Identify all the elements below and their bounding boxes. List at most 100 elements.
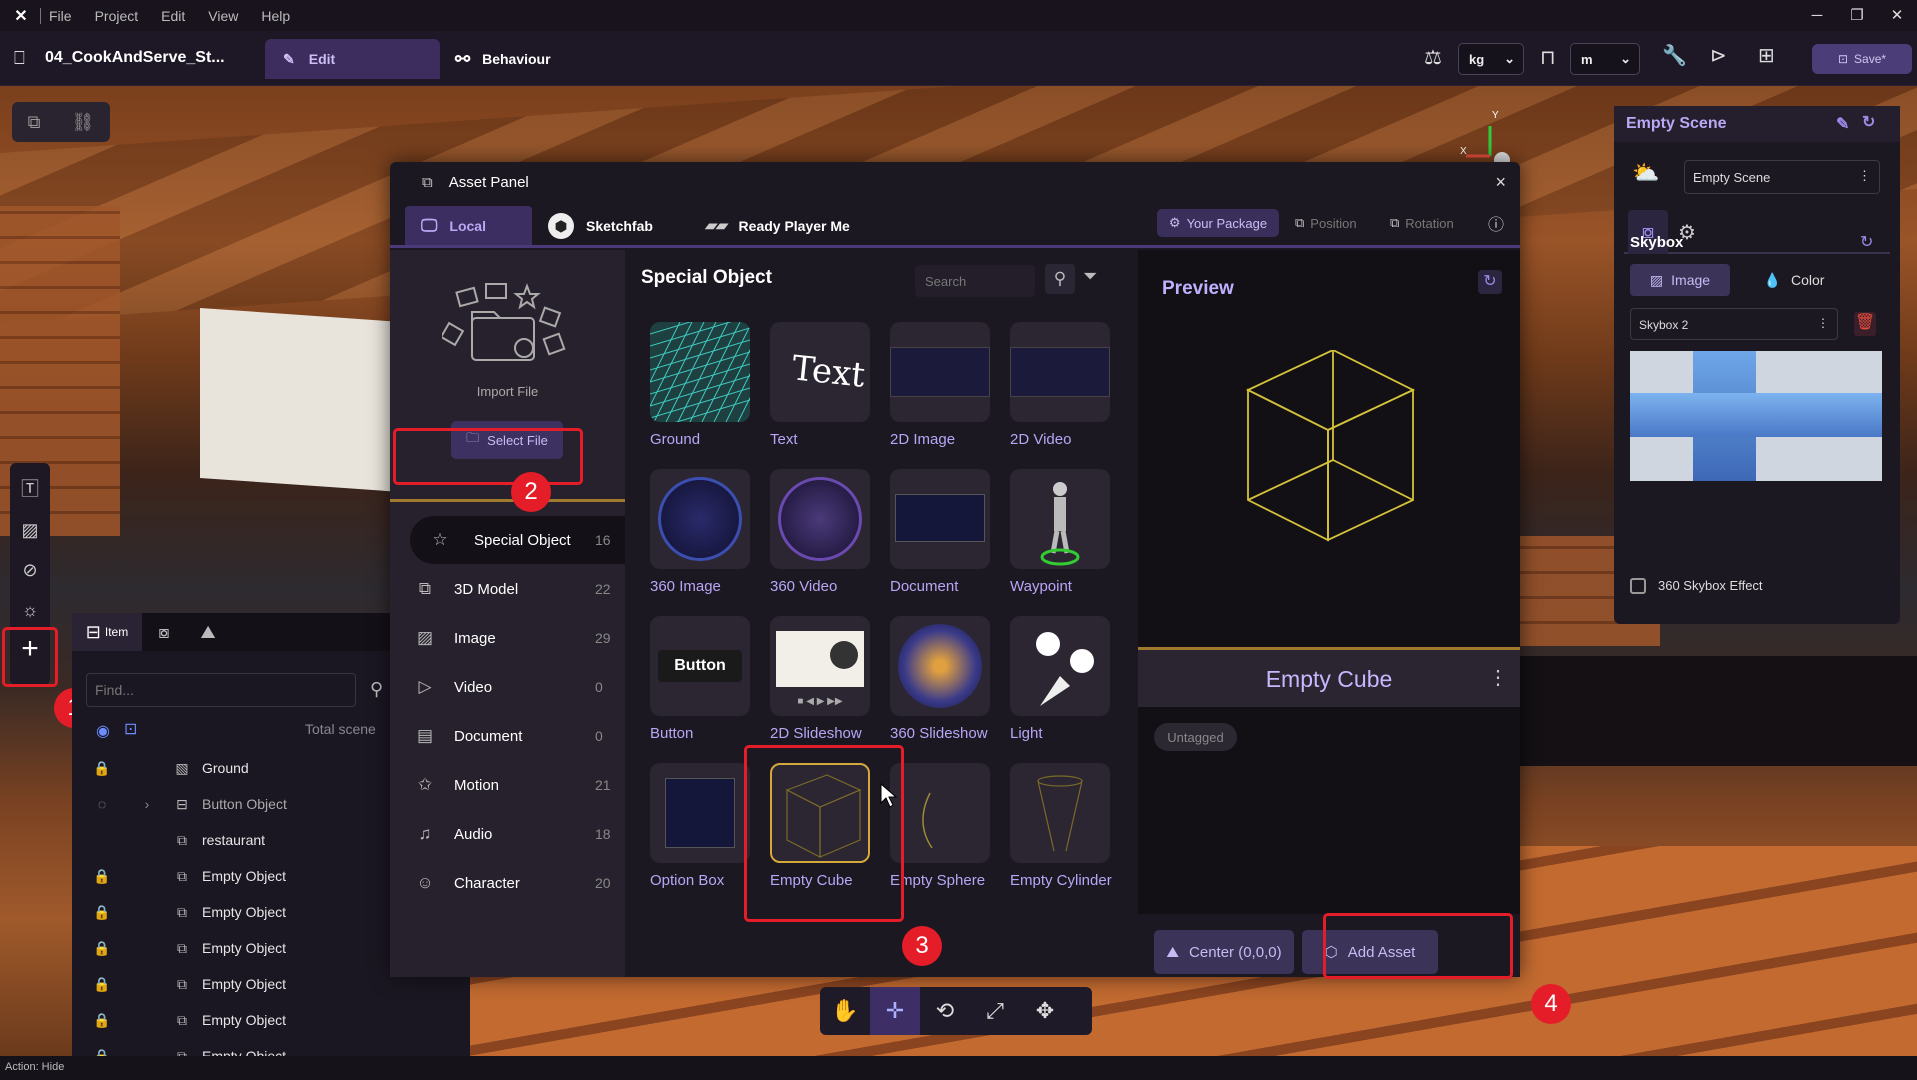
lock-icon[interactable]: 🔒 bbox=[72, 976, 132, 993]
asset-tile-2d-image[interactable]: 2D Image bbox=[890, 322, 990, 448]
restore-button[interactable]: ❐ bbox=[1837, 0, 1877, 31]
search-icon[interactable]: ⚲ bbox=[1045, 264, 1075, 294]
cube-wireframe-preview[interactable] bbox=[1228, 350, 1428, 550]
layers-icon[interactable]: ⧉ bbox=[28, 112, 41, 133]
skybox-select[interactable]: Skybox 2 ⋮ bbox=[1630, 308, 1838, 340]
asset-thumbnail bbox=[1010, 616, 1110, 716]
asset-tile-2d-slideshow[interactable]: ■ ◀ ▶ ▶▶ 2D Slideshow bbox=[770, 616, 870, 742]
reset-view-icon[interactable]: ↻ bbox=[1478, 270, 1502, 294]
asset-tile-document[interactable]: Document bbox=[890, 469, 990, 595]
light-tool-icon[interactable]: ☼ bbox=[22, 600, 39, 621]
delete-icon[interactable]: 🗑 bbox=[1854, 312, 1876, 336]
kebab-icon[interactable]: ⋮ bbox=[1858, 168, 1871, 184]
lock-icon[interactable]: 🔒 bbox=[72, 1012, 132, 1029]
edit-name-icon[interactable]: ✎ bbox=[1836, 114, 1849, 134]
image-tab[interactable]: ▨ Image bbox=[1630, 264, 1730, 296]
search-input[interactable]: Search bbox=[915, 265, 1035, 297]
minimize-button[interactable]: ─ bbox=[1797, 0, 1837, 31]
position-toggle[interactable]: ⧉ Position bbox=[1295, 209, 1357, 237]
length-unit-select[interactable]: m ⌄ bbox=[1570, 43, 1640, 75]
mass-unit-select[interactable]: kg ⌄ bbox=[1458, 43, 1524, 75]
lock-icon[interactable]: 🔒 bbox=[72, 904, 132, 921]
asset-tile-option-box[interactable]: Option Box bbox=[650, 763, 750, 889]
your-package-button[interactable]: ⚙ Your Package bbox=[1157, 209, 1279, 237]
category-special-object[interactable]: ☆ Special Object 16 bbox=[410, 516, 625, 564]
tab-edit[interactable]: ✎ Edit bbox=[265, 39, 440, 79]
category-video[interactable]: ▷ Video 0 bbox=[390, 663, 625, 711]
asset-tile-label: Empty Cylinder bbox=[1010, 872, 1112, 889]
lock-icon[interactable]: 🔒 bbox=[72, 940, 132, 957]
category-character[interactable]: ☺ Character 20 bbox=[390, 859, 625, 907]
tab-sketchfab[interactable]: ⬢ Sketchfab bbox=[548, 206, 653, 245]
play-icon[interactable]: ⊳ bbox=[1710, 43, 1727, 68]
center-button[interactable]: ⛰ Center (0,0,0) bbox=[1154, 930, 1294, 974]
move-tool-icon[interactable]: ✛ bbox=[870, 987, 920, 1035]
link-icon[interactable]: ⛓ bbox=[72, 112, 95, 133]
asset-tile-light[interactable]: Light bbox=[1010, 616, 1110, 742]
info-icon[interactable]: ⓘ bbox=[1488, 209, 1504, 237]
tab-local[interactable]: 🖵 Local bbox=[405, 206, 532, 245]
slash-tool-icon[interactable]: ⊘ bbox=[22, 560, 37, 581]
lock-all-icon[interactable]: ⊡ bbox=[124, 719, 137, 739]
category-3d-model[interactable]: ⧉ 3D Model 22 bbox=[390, 565, 625, 613]
asset-tile-2d-video[interactable]: 2D Video bbox=[1010, 322, 1110, 448]
skybox-effect-checkbox[interactable] bbox=[1630, 578, 1646, 594]
color-tab[interactable]: 💧 Color bbox=[1744, 264, 1844, 296]
asset-tile-button[interactable]: Button Button bbox=[650, 616, 750, 742]
asset-thumbnail bbox=[1010, 469, 1110, 569]
asset-tile-360-video[interactable]: 360 Video bbox=[770, 469, 870, 595]
asset-tile-waypoint[interactable]: Waypoint bbox=[1010, 469, 1110, 595]
asset-tile-ground[interactable]: Ground bbox=[650, 322, 750, 448]
export-icon[interactable]: ⊞ bbox=[1758, 43, 1775, 68]
scene-name-field[interactable]: Empty Scene ⋮ bbox=[1684, 160, 1880, 194]
lock-icon[interactable]: 🔒 bbox=[72, 868, 132, 885]
lock-icon[interactable]: 🔒 bbox=[72, 760, 132, 777]
asset-tile-empty-sphere[interactable]: Empty Sphere bbox=[890, 763, 990, 889]
menu-view[interactable]: View bbox=[208, 8, 238, 24]
category-motion[interactable]: ✩ Motion 21 bbox=[390, 761, 625, 809]
asset-tile-360-image[interactable]: 360 Image bbox=[650, 469, 750, 595]
tab-behaviour[interactable]: ⚯ Behaviour bbox=[455, 39, 551, 79]
transform-tool-icon[interactable]: ✥ bbox=[1020, 987, 1070, 1035]
category-image[interactable]: ▨ Image 29 bbox=[390, 614, 625, 662]
section-title: Special Object bbox=[641, 267, 772, 288]
tag-badge[interactable]: Untagged bbox=[1154, 723, 1237, 751]
rotation-toggle[interactable]: ⧉ Rotation bbox=[1390, 209, 1454, 237]
refresh-icon[interactable]: ↻ bbox=[1862, 112, 1875, 132]
rotate-tool-icon[interactable]: ⟲ bbox=[920, 987, 970, 1035]
tab-object-icon[interactable]: ⧇ bbox=[142, 622, 186, 643]
asset-tile-360-slideshow[interactable]: 360 Slideshow bbox=[890, 616, 990, 742]
category-audio[interactable]: ♫ Audio 18 bbox=[390, 810, 625, 858]
tab-environment-icon[interactable]: ⛰ bbox=[186, 622, 230, 643]
asset-tile-text[interactable]: Text Text bbox=[770, 322, 870, 448]
close-icon[interactable]: × bbox=[1495, 172, 1506, 193]
scale-tool-icon[interactable]: ⤢ bbox=[970, 987, 1020, 1035]
asset-tile-empty-cylinder[interactable]: Empty Cylinder bbox=[1010, 763, 1112, 889]
kebab-icon[interactable]: ⋮ bbox=[1817, 316, 1829, 330]
more-options-icon[interactable]: ⋮ bbox=[1488, 665, 1508, 690]
tab-item[interactable]: ⊟ Item bbox=[72, 613, 142, 651]
asset-thumbnail: ■ ◀ ▶ ▶▶ bbox=[770, 616, 870, 716]
menu-file[interactable]: File bbox=[49, 8, 72, 24]
text-tool-icon[interactable]: 🅃 bbox=[21, 475, 39, 501]
hierarchy-row[interactable]: 🔒 ⧉ Empty Object bbox=[72, 1002, 470, 1038]
expand-chevron-icon[interactable]: › bbox=[132, 796, 162, 812]
wrench-icon[interactable]: 🔧 bbox=[1662, 43, 1687, 68]
search-icon[interactable]: ⚲ bbox=[370, 679, 383, 700]
close-window-button[interactable]: ✕ bbox=[1877, 0, 1917, 31]
bookmark-icon[interactable]: ⎕ bbox=[14, 48, 25, 69]
eye-icon[interactable]: ◉ bbox=[96, 721, 110, 741]
find-input[interactable]: Find... bbox=[86, 673, 356, 707]
hand-tool-icon[interactable]: ✋ bbox=[820, 987, 870, 1035]
filter-icon[interactable]: ⏷ bbox=[1083, 266, 1097, 287]
menu-project[interactable]: Project bbox=[95, 8, 139, 24]
menu-help[interactable]: Help bbox=[261, 8, 290, 24]
save-button[interactable]: ⊡ Save* bbox=[1812, 44, 1912, 74]
menu-edit[interactable]: Edit bbox=[161, 8, 185, 24]
skybox-thumbnail[interactable] bbox=[1630, 351, 1882, 481]
skybox-reset-icon[interactable]: ↻ bbox=[1860, 232, 1873, 252]
tab-ready-player-me[interactable]: ▰▰ Ready Player Me bbox=[705, 206, 850, 245]
hidden-eye-icon[interactable]: ◌ bbox=[72, 796, 132, 812]
category-document[interactable]: ▤ Document 0 bbox=[390, 712, 625, 760]
image-tool-icon[interactable]: ▨ bbox=[21, 520, 38, 541]
